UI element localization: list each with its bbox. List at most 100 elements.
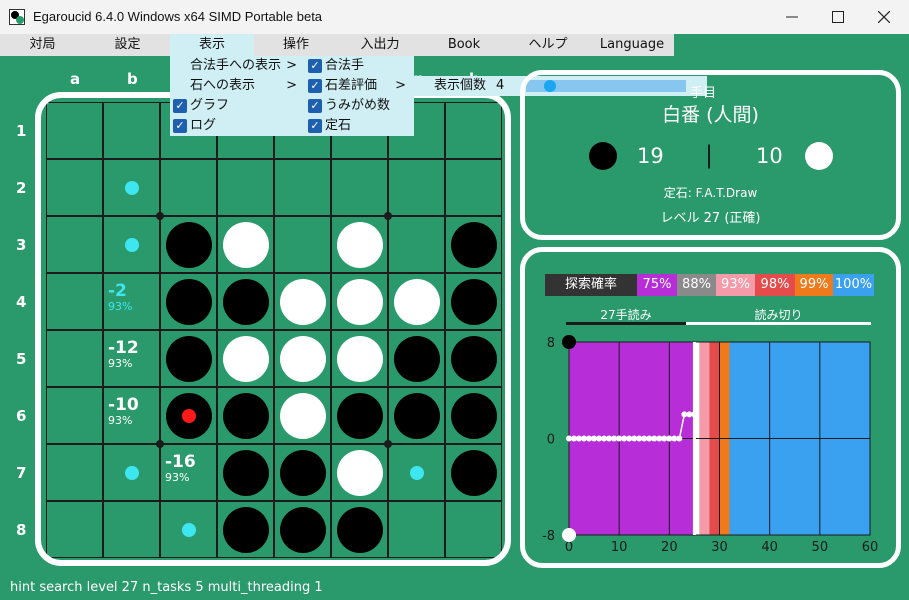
legal-item-opening[interactable]: ✓ 定石 [305,116,414,136]
legal-submenu: ✓ 合法手 ✓ 石差評価 > ✓ うみがめ数 ✓ 定石 [305,56,414,136]
board-star-point [384,212,392,220]
board-star-point [384,440,392,448]
count-separator: | [705,141,714,169]
row-label: 2 [16,179,27,197]
black-disc [222,506,269,553]
turn-label: 白番 (人間) [662,104,759,126]
black-disc [393,335,440,382]
black-disc [336,392,383,439]
hint-probability: 93% [108,300,133,313]
checkbox-checked-icon: ✓ [173,119,187,133]
minimize-icon [786,16,798,18]
display-count-value: 4 [496,78,505,93]
legend-item: 75% [637,274,677,296]
opening-name: 定石: F.A.T.Draw [663,186,758,200]
phase-label-endgame: 読み切り [754,308,803,322]
y-tick-label: 8 [547,336,555,351]
black-disc [222,278,269,325]
legal-move-dot[interactable] [124,237,139,252]
row-label: 5 [16,350,27,368]
y-tick-label: -8 [542,529,555,544]
legal-move-dot[interactable] [409,465,424,480]
black-disc [279,449,326,496]
board-star-point [156,440,164,448]
menu-help[interactable]: ヘルプ [506,34,590,56]
legal-item-legal[interactable]: ✓ 合法手 [305,56,414,76]
x-tick-label: 10 [611,540,628,555]
black-disc [165,335,212,382]
black-side-marker [562,335,576,349]
hint-evaluation[interactable]: -2 [108,283,127,300]
y-tick-label: 0 [547,433,555,448]
hint-probability: 93% [165,471,190,484]
checkbox-checked-icon: ✓ [308,99,322,113]
view-item-label: 合法手への表示 [190,58,282,73]
legend-item: 88% [677,274,716,296]
hint-evaluation[interactable]: -12 [108,340,139,357]
black-disc [222,449,269,496]
close-button[interactable] [861,0,907,34]
view-item-log[interactable]: ✓ ログ [170,116,305,136]
legend-item: 99% [795,274,833,296]
menu-game[interactable]: 対局 [0,34,85,56]
app-icon [9,9,25,25]
black-disc [450,221,497,268]
white-disc [279,392,326,439]
view-item-disc-display[interactable]: 石への表示 > [170,76,305,96]
view-item-label: 石への表示 [190,78,256,93]
black-disc [450,278,497,325]
x-tick-label: 20 [661,540,678,555]
row-label: 4 [16,293,27,311]
hint-evaluation[interactable]: -10 [108,397,139,414]
legal-move-dot[interactable] [124,465,139,480]
minimize-button[interactable] [769,0,815,34]
black-disc [450,335,497,382]
menu-bar: 対局 設定 表示 操作 入出力 Book ヘルプ Language [0,34,674,56]
menu-book[interactable]: Book [422,34,506,56]
legal-item-umigame[interactable]: ✓ うみがめ数 [305,96,414,116]
legal-item-disc-diff[interactable]: ✓ 石差評価 > [305,76,414,96]
legal-item-label: うみがめ数 [325,98,391,113]
menu-settings[interactable]: 設定 [85,34,170,56]
title-bar: Egaroucid 6.4.0 Windows x64 SIMD Portabl… [0,0,909,34]
menu-view[interactable]: 表示 [170,34,254,56]
checkbox-checked-icon: ✓ [308,119,322,133]
checkbox-checked-icon: ✓ [308,79,322,93]
evaluation-point [691,411,698,418]
maximize-button[interactable] [815,0,861,34]
column-label: a [70,70,81,88]
view-item-legal-display[interactable]: 合法手への表示 > [170,56,305,76]
view-item-graph[interactable]: ✓ グラフ [170,96,305,116]
board-frame [35,92,511,566]
black-disc [450,449,497,496]
phase-bar-midgame [566,322,686,325]
board-star-point [156,212,164,220]
row-label: 8 [16,521,27,539]
menu-language[interactable]: Language [590,34,674,56]
move-number-label: 手目 [690,86,717,101]
white-disc [336,278,383,325]
legend-item: 93% [716,274,755,296]
x-tick-label: 0 [565,540,573,555]
window-title: Egaroucid 6.4.0 Windows x64 SIMD Portabl… [33,9,323,24]
black-disc [222,392,269,439]
hint-evaluation[interactable]: -16 [165,454,196,471]
x-tick-label: 50 [812,540,829,555]
checkbox-checked-icon: ✓ [173,99,187,113]
legal-move-dot[interactable] [181,522,196,537]
menu-operation[interactable]: 操作 [254,34,338,56]
white-count: 10 [756,144,783,168]
last-move-marker [181,408,196,423]
black-disc [336,506,383,553]
evaluation-point [676,435,683,442]
white-disc [279,335,326,382]
menu-io[interactable]: 入出力 [338,34,422,56]
legend-item: 100% [833,274,874,296]
view-dropdown: 合法手への表示 > 石への表示 > ✓ グラフ ✓ ログ [170,56,305,136]
white-side-marker [562,528,576,542]
phase-label-midgame: 27手読み [600,308,652,322]
submenu-arrow-icon: > [286,78,297,93]
white-disc [222,221,269,268]
hint-probability: 93% [108,357,133,370]
legal-move-dot[interactable] [124,180,139,195]
